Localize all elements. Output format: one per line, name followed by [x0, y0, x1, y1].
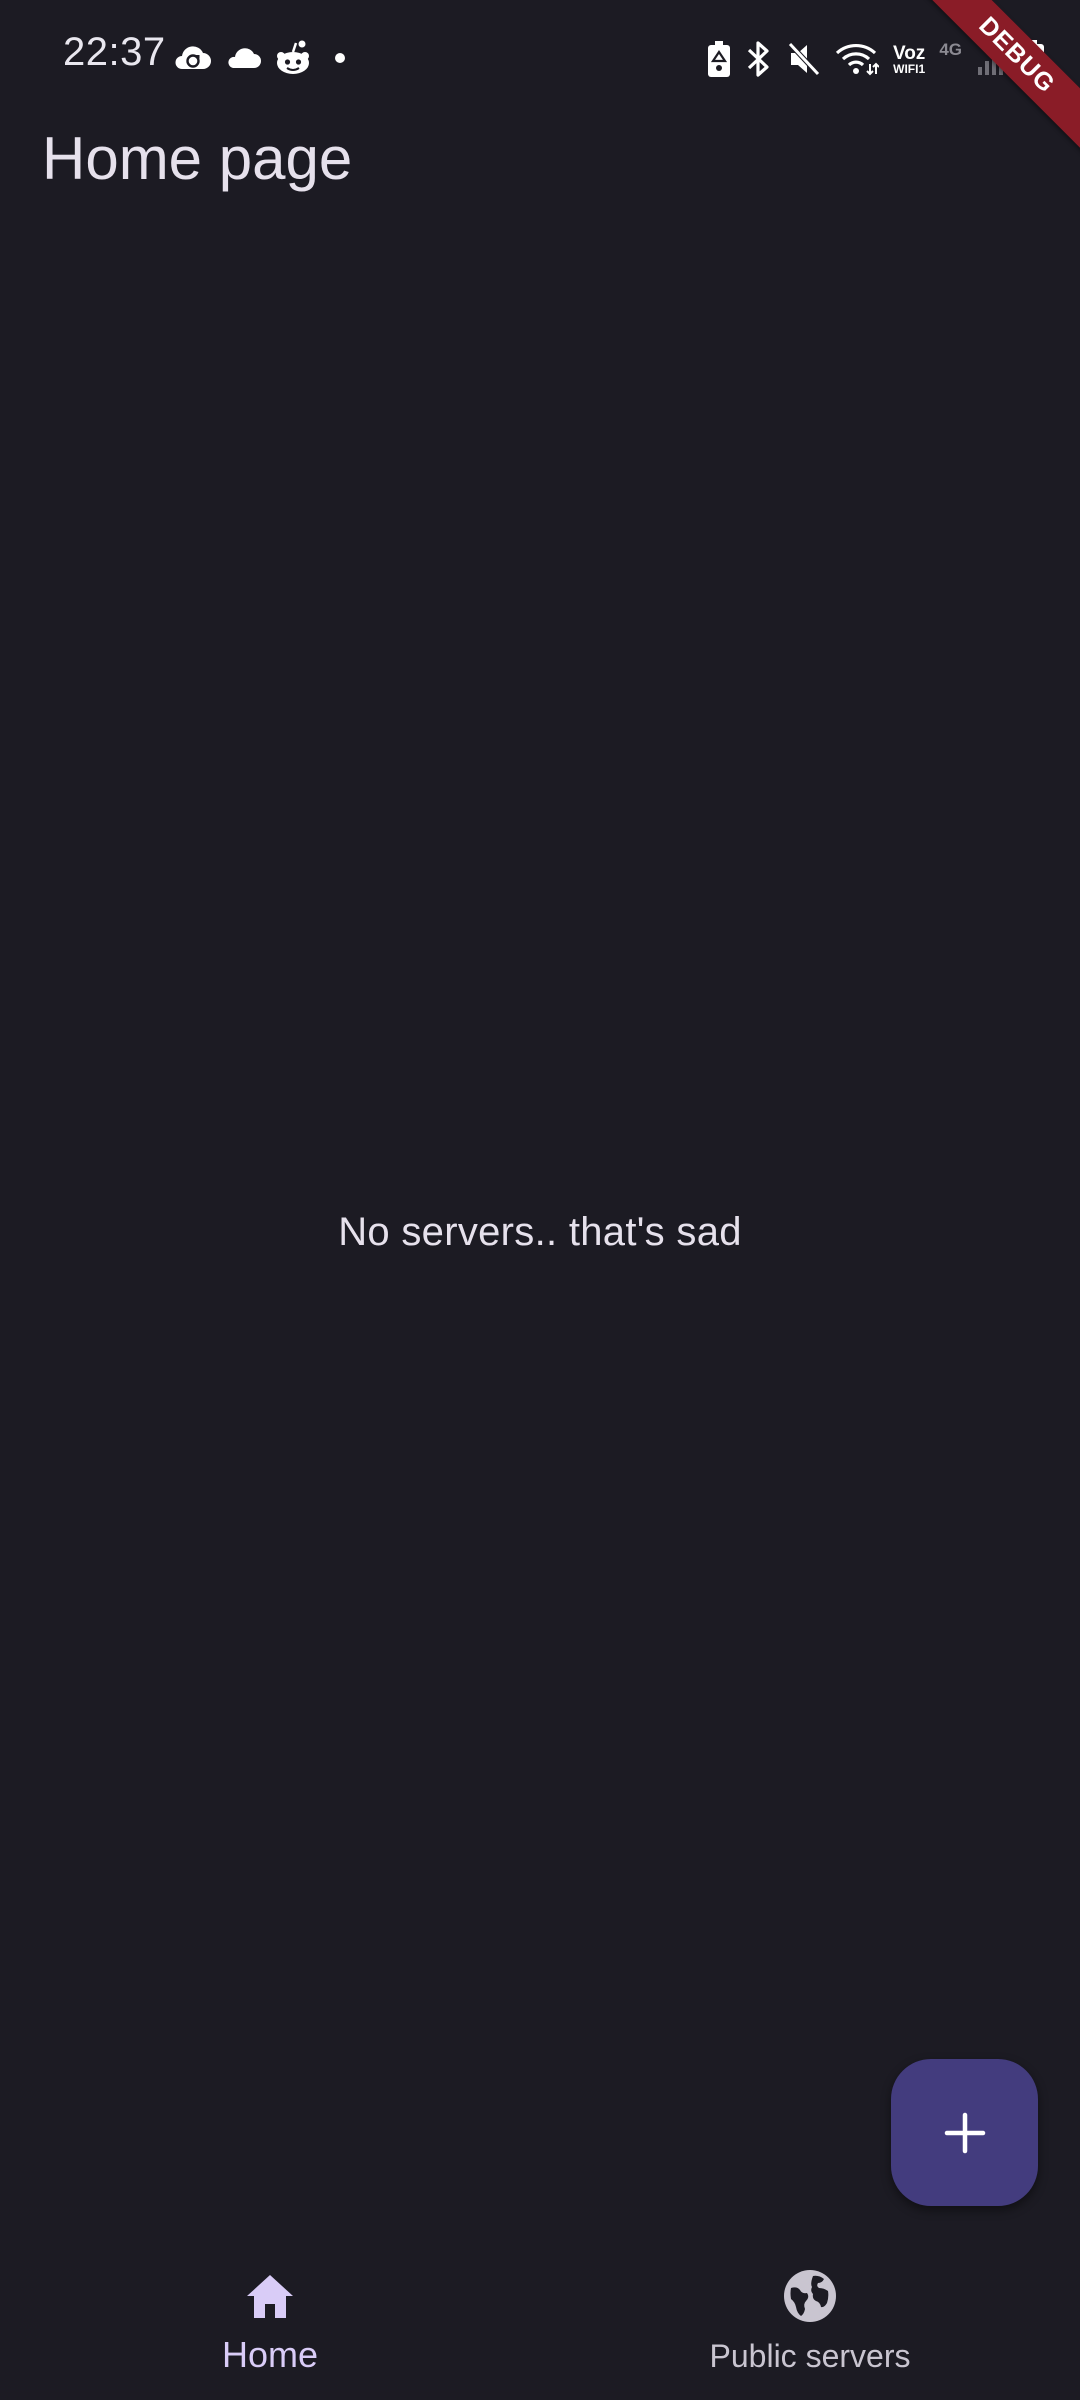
- volte-icon: Voz WIFI1: [893, 44, 925, 75]
- home-icon: [242, 2268, 298, 2324]
- page-title: Home page: [42, 125, 353, 192]
- mute-icon: [787, 41, 821, 77]
- nav-item-public-servers[interactable]: Public servers: [540, 2230, 1080, 2400]
- empty-state-message: No servers.. that's sad: [338, 1210, 742, 1254]
- status-notification-icons: [172, 38, 346, 78]
- globe-icon: [782, 2268, 838, 2324]
- bluetooth-icon: [745, 40, 773, 78]
- cloud-sync-icon: [172, 43, 212, 73]
- battery-saver-icon: [707, 40, 731, 78]
- reddit-icon: [274, 40, 312, 76]
- nav-item-public-servers-label: Public servers: [709, 2338, 911, 2374]
- dot-icon: [334, 52, 346, 64]
- nav-item-home[interactable]: Home: [0, 2230, 540, 2400]
- plus-icon: [943, 2111, 987, 2155]
- nav-item-home-label: Home: [221, 2334, 319, 2375]
- volte-label: Voz: [892, 42, 926, 64]
- add-server-button[interactable]: [891, 2059, 1038, 2206]
- cloud-icon: [224, 45, 262, 71]
- status-time: 22:37: [63, 30, 166, 74]
- wifi-icon: [835, 42, 879, 76]
- bottom-navigation-bar: Home Public servers: [0, 2230, 1080, 2400]
- status-bar: 22:37 Voz WIFI1 4G: [0, 0, 1080, 118]
- network-type-label: 4G: [939, 40, 962, 59]
- home-screen: 22:37 Voz WIFI1 4G DEBUG Home page No se…: [0, 0, 1080, 2400]
- volte-sublabel: WIFI1: [893, 61, 926, 76]
